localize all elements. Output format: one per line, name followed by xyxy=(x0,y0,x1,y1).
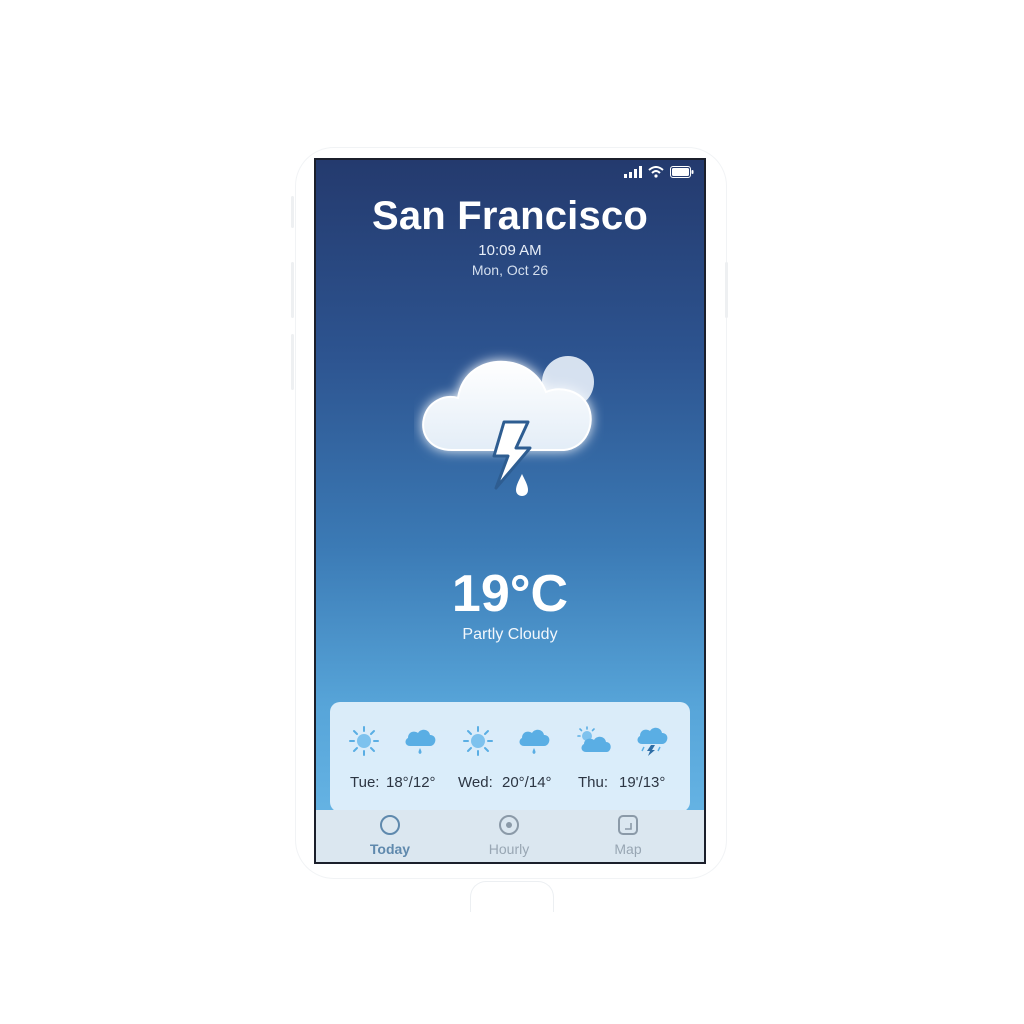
home-button[interactable] xyxy=(470,881,554,912)
current-time: 10:09 AM xyxy=(478,242,542,259)
tab-today[interactable]: Today xyxy=(350,810,430,862)
current-date: Mon, Oct 26 xyxy=(471,262,549,278)
side-button-right xyxy=(725,262,728,318)
battery-icon xyxy=(670,166,694,178)
tab-today-label: Today xyxy=(369,841,411,857)
status-bar xyxy=(624,166,694,178)
tab-map-label: Map xyxy=(614,841,642,857)
side-button-left-2 xyxy=(291,262,294,318)
forecast-range-wed: 20°/14° xyxy=(502,774,552,791)
forecast-range-tue: 18°/12° xyxy=(386,774,436,791)
cloud-lightning-rain-icon xyxy=(422,356,594,496)
side-button-left-3 xyxy=(291,334,294,390)
cloud-rain-icon xyxy=(519,729,550,754)
forecast-range-thu: 19'/13° xyxy=(619,774,666,791)
city-name: San Francisco xyxy=(371,194,649,238)
app-screen: San Francisco 10:09 AM Mon, Oct 26 19°C … xyxy=(314,158,706,864)
map-square-icon xyxy=(618,815,638,835)
cloud-rain-icon xyxy=(405,729,436,754)
dot-circle-icon xyxy=(499,815,519,835)
sun-icon xyxy=(463,726,493,756)
tab-hourly-label: Hourly xyxy=(488,841,530,857)
current-condition: Partly Cloudy xyxy=(462,626,558,643)
forecast-day-thu: Thu: xyxy=(578,774,609,791)
circle-icon xyxy=(380,815,400,835)
sun-cloud-icon xyxy=(577,726,611,752)
wifi-icon xyxy=(648,166,664,178)
forecast-day-tue: Tue: xyxy=(350,774,380,791)
tab-map[interactable]: Map xyxy=(588,810,668,862)
sun-icon xyxy=(349,726,379,756)
current-temperature: 19°C xyxy=(451,565,569,623)
signal-icon xyxy=(624,166,642,178)
tab-hourly[interactable]: Hourly xyxy=(469,810,549,862)
tab-bar: Today Hourly Map xyxy=(316,810,704,862)
forecast-day-wed: Wed: xyxy=(458,774,493,791)
side-button-left-1 xyxy=(291,196,294,228)
cloud-lightning-icon xyxy=(637,727,668,756)
forecast-card[interactable]: Tue: 18°/12° Wed: 20°/14° Thu: 19'/13° xyxy=(330,702,690,812)
